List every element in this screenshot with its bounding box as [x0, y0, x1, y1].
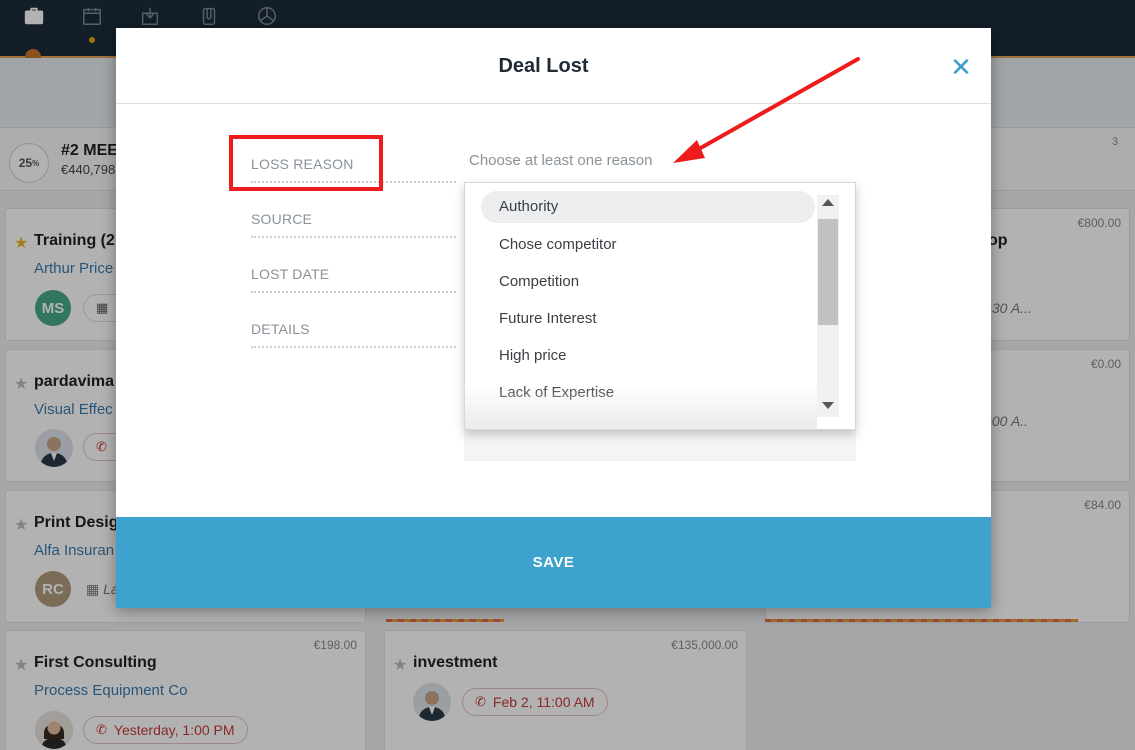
scroll-down-arrow-icon[interactable]	[822, 402, 834, 409]
annotation-highlight-box	[229, 135, 383, 191]
source-label-text: SOURCE	[251, 211, 313, 227]
close-icon[interactable]: ✕	[950, 52, 972, 82]
dialog-header: Deal Lost ✕	[116, 28, 991, 104]
lost-date-label: LOST DATE	[251, 266, 456, 293]
loss-reason-dropdown[interactable]: Authority Chose competitor Competition F…	[464, 182, 856, 430]
scrollbar-thumb[interactable]	[818, 219, 838, 325]
source-label: SOURCE	[251, 211, 456, 238]
loss-reason-input[interactable]: Choose at least one reason	[469, 152, 652, 169]
reason-option[interactable]: High price	[481, 339, 815, 376]
details-label-text: DETAILS	[251, 321, 310, 337]
deal-lost-dialog: Deal Lost ✕ LOSS REASON SOURCE LOST DATE…	[116, 28, 991, 608]
dialog-title: Deal Lost	[498, 55, 589, 77]
dropdown-scrollbar[interactable]	[817, 195, 839, 417]
reason-option[interactable]: Authority	[481, 191, 815, 223]
scroll-up-arrow-icon[interactable]	[822, 199, 834, 206]
lost-date-label-text: LOST DATE	[251, 266, 330, 282]
reason-option[interactable]: Future Interest	[481, 302, 815, 339]
reason-option[interactable]: Chose competitor	[481, 228, 815, 265]
reason-option[interactable]: Competition	[481, 265, 815, 302]
reason-option[interactable]: Lack of Expertise	[481, 376, 815, 413]
close-button[interactable]: ✕	[948, 54, 974, 80]
details-label: DETAILS	[251, 321, 456, 348]
loss-reason-options: Authority Chose competitor Competition F…	[465, 191, 817, 413]
save-button[interactable]: SAVE	[116, 517, 991, 608]
